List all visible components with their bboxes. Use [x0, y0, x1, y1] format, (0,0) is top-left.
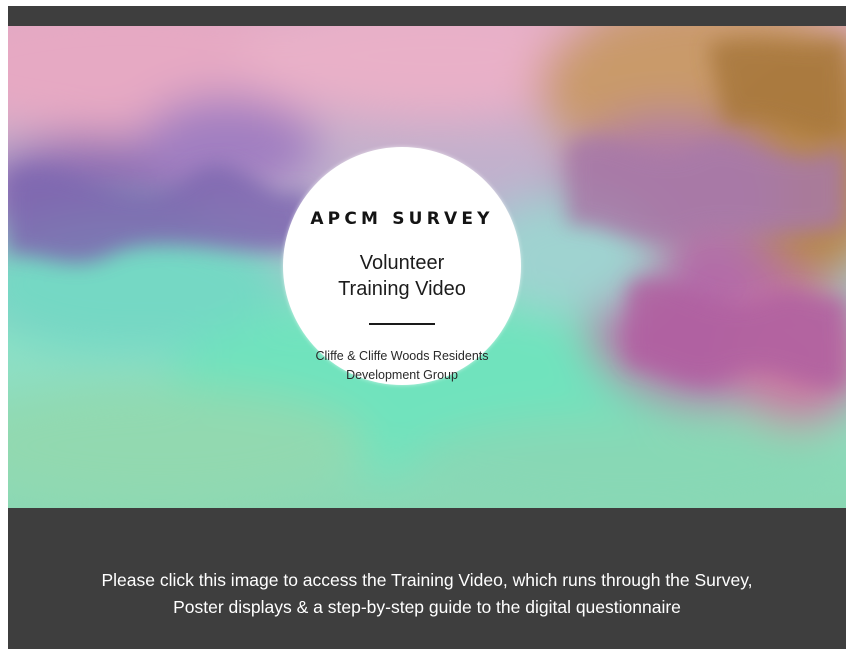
subtitle-line-1: Volunteer	[359, 252, 445, 274]
organisation-line-1: Cliffe & Cliffe Woods Residents	[315, 349, 489, 363]
subtitle-line-2: Training Video	[338, 278, 466, 300]
training-video-link[interactable]: APCM SURVEY Volunteer Training Video Cli…	[8, 6, 846, 649]
video-thumbnail[interactable]: APCM SURVEY Volunteer Training Video Cli…	[8, 26, 846, 508]
divider	[369, 323, 435, 325]
survey-title: APCM SURVEY	[310, 209, 494, 229]
organisation-line-2: Development Group	[346, 368, 458, 382]
caption-line-1: Please click this image to access the Tr…	[101, 570, 753, 590]
title-card: APCM SURVEY Volunteer Training Video Cli…	[283, 147, 521, 385]
caption-line-2: Poster displays & a step-by-step guide t…	[173, 597, 681, 617]
caption: Please click this image to access the Tr…	[8, 567, 846, 621]
